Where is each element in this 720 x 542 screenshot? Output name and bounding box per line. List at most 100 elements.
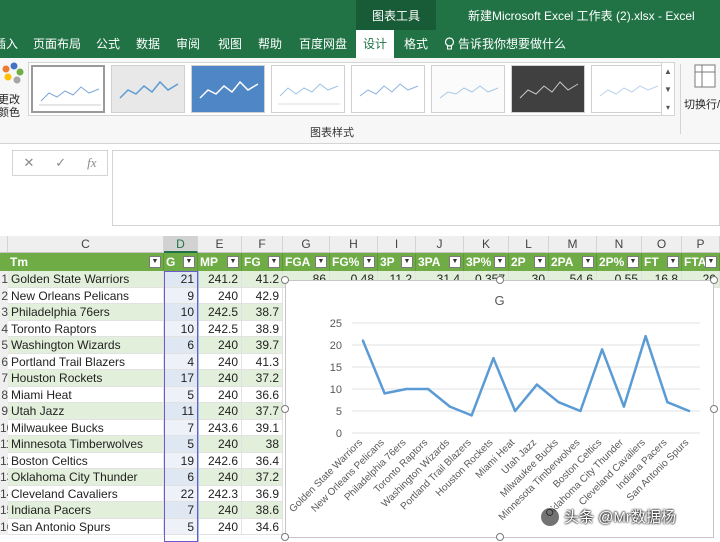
minutes-cell[interactable]: 240 <box>198 353 242 370</box>
team-name-cell[interactable]: Boston Celtics <box>8 452 164 469</box>
games-cell[interactable]: 17 <box>164 370 198 387</box>
team-name-cell[interactable]: Indiana Pacers <box>8 502 164 519</box>
column-header-d[interactable]: D <box>164 236 198 253</box>
tab-review[interactable]: 审阅 <box>174 30 202 58</box>
field-goals-cell[interactable]: 37.7 <box>242 403 283 420</box>
field-goals-cell[interactable]: 36.4 <box>242 452 283 469</box>
filter-dropdown-icon[interactable]: ▼ <box>667 256 679 268</box>
games-cell[interactable]: 5 <box>164 518 198 535</box>
team-name-cell[interactable]: Milwaukee Bucks <box>8 419 164 436</box>
data-point[interactable] <box>492 357 495 360</box>
filter-dropdown-icon[interactable]: ▼ <box>183 256 195 268</box>
tab-insert[interactable]: 插入 <box>0 30 18 58</box>
filter-dropdown-icon[interactable]: ▼ <box>227 256 239 268</box>
minutes-cell[interactable]: 241.2 <box>198 271 242 288</box>
chart-style-5[interactable] <box>351 65 425 113</box>
row-number[interactable]: 9 <box>0 403 8 420</box>
row-number[interactable]: 4 <box>0 320 8 337</box>
row-number[interactable]: 7 <box>0 370 8 387</box>
games-cell[interactable]: 6 <box>164 337 198 354</box>
data-point[interactable] <box>470 414 473 417</box>
resize-handle-top-right[interactable] <box>710 276 718 284</box>
chart-style-4[interactable] <box>271 65 345 113</box>
team-name-cell[interactable]: Cleveland Cavaliers <box>8 485 164 502</box>
field-goals-cell[interactable]: 34.6 <box>242 518 283 535</box>
minutes-cell[interactable]: 240 <box>198 518 242 535</box>
tab-help[interactable]: 帮助 <box>256 30 284 58</box>
data-point[interactable] <box>405 387 408 391</box>
field-goals-cell[interactable]: 36.9 <box>242 485 283 502</box>
gallery-down-icon[interactable]: ▼ <box>662 81 674 99</box>
resize-handle-bottom-left[interactable] <box>281 533 289 541</box>
data-point[interactable] <box>622 405 626 408</box>
tell-me-search[interactable]: 告诉我你想要做什么 <box>444 30 566 58</box>
resize-handle-left[interactable] <box>281 405 289 413</box>
resize-handle-bottom[interactable] <box>496 533 504 541</box>
filter-dropdown-icon[interactable]: ▼ <box>494 256 506 268</box>
team-name-cell[interactable]: Oklahoma City Thunder <box>8 469 164 486</box>
chart-style-1[interactable] <box>31 65 105 113</box>
tab-page-layout[interactable]: 页面布局 <box>30 30 84 58</box>
data-point[interactable] <box>687 409 691 413</box>
field-goals-cell[interactable]: 38.6 <box>242 502 283 519</box>
column-header-o[interactable]: O <box>642 236 682 253</box>
tab-view[interactable]: 视图 <box>216 30 244 58</box>
data-point[interactable] <box>600 348 604 351</box>
chart-style-2[interactable] <box>111 65 185 113</box>
minutes-cell[interactable]: 240 <box>198 287 242 304</box>
team-name-cell[interactable]: Toronto Raptors <box>8 320 164 337</box>
column-header-k[interactable]: K <box>464 236 509 253</box>
chart-style-6[interactable] <box>431 65 505 113</box>
minutes-cell[interactable]: 240 <box>198 502 242 519</box>
data-point[interactable] <box>535 383 539 386</box>
team-name-cell[interactable]: Miami Heat <box>8 386 164 403</box>
minutes-cell[interactable]: 242.5 <box>198 304 242 321</box>
team-name-cell[interactable]: Utah Jazz <box>8 403 164 420</box>
minutes-cell[interactable]: 240 <box>198 370 242 387</box>
games-cell[interactable]: 7 <box>164 419 198 436</box>
games-cell[interactable]: 4 <box>164 353 198 370</box>
column-header-c[interactable]: C <box>8 236 164 253</box>
field-goals-cell[interactable]: 38 <box>242 436 283 453</box>
data-point[interactable] <box>557 401 560 404</box>
filter-dropdown-icon[interactable]: ▼ <box>149 256 161 268</box>
row-number[interactable]: 14 <box>0 485 8 502</box>
minutes-cell[interactable]: 242.6 <box>198 452 242 469</box>
games-cell[interactable]: 7 <box>164 502 198 519</box>
games-cell[interactable]: 10 <box>164 304 198 321</box>
chart-style-8[interactable] <box>591 65 665 113</box>
data-point[interactable] <box>361 339 365 342</box>
tab-data[interactable]: 数据 <box>134 30 162 58</box>
column-header-n[interactable]: N <box>597 236 642 253</box>
row-number[interactable]: 8 <box>0 386 8 403</box>
row-number[interactable]: 1 <box>0 271 8 288</box>
column-header-j[interactable]: J <box>416 236 464 253</box>
column-header-p[interactable]: P <box>682 236 720 253</box>
filter-dropdown-icon[interactable]: ▼ <box>363 256 375 268</box>
games-cell[interactable]: 10 <box>164 320 198 337</box>
games-cell[interactable]: 5 <box>164 386 198 403</box>
games-cell[interactable]: 6 <box>164 469 198 486</box>
team-name-cell[interactable]: Washington Wizards <box>8 337 164 354</box>
resize-handle-right[interactable] <box>710 405 718 413</box>
team-name-cell[interactable]: San Antonio Spurs <box>8 518 164 535</box>
column-header-h[interactable]: H <box>330 236 378 253</box>
filter-dropdown-icon[interactable]: ▼ <box>705 256 717 268</box>
chart-style-7[interactable] <box>511 65 585 113</box>
formula-input[interactable] <box>112 150 720 226</box>
row-number[interactable]: 12 <box>0 452 8 469</box>
team-name-cell[interactable]: Houston Rockets <box>8 370 164 387</box>
chart-style-3[interactable] <box>191 65 265 113</box>
tab-format[interactable]: 格式 <box>400 30 432 58</box>
minutes-cell[interactable]: 240 <box>198 436 242 453</box>
filter-dropdown-icon[interactable]: ▼ <box>401 256 413 268</box>
team-name-cell[interactable]: New Orleans Pelicans <box>8 287 164 304</box>
filter-dropdown-icon[interactable]: ▼ <box>449 256 461 268</box>
data-point[interactable] <box>666 401 669 404</box>
switch-row-column-button[interactable]: 切换行/列 <box>684 62 720 122</box>
field-goals-cell[interactable]: 39.1 <box>242 419 283 436</box>
column-header-f[interactable]: F <box>242 236 283 253</box>
field-goals-cell[interactable]: 36.6 <box>242 386 283 403</box>
minutes-cell[interactable]: 240 <box>198 403 242 420</box>
column-header-e[interactable]: E <box>198 236 242 253</box>
